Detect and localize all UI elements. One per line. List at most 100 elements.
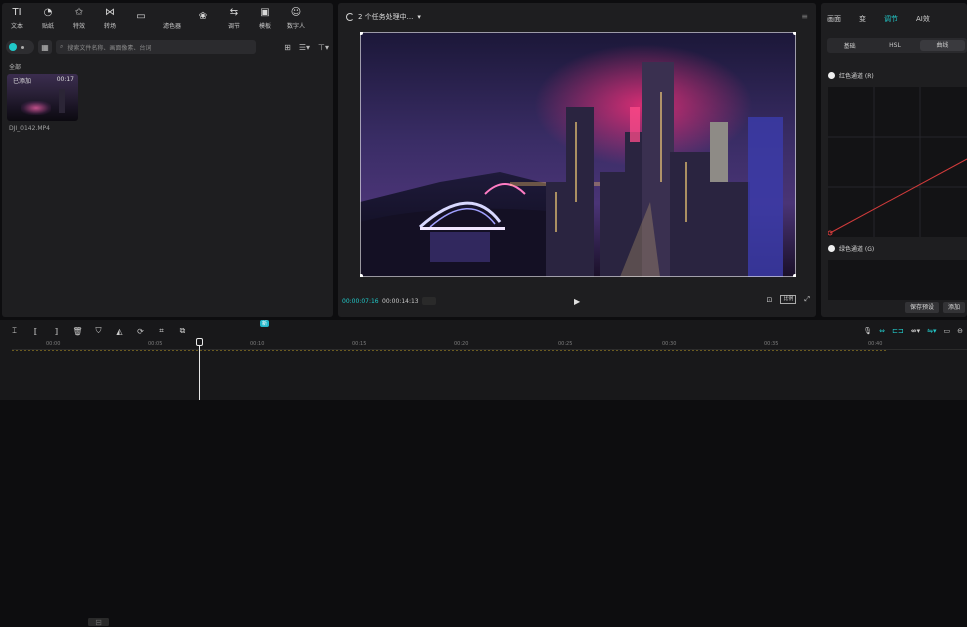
more-dot-icon [21,45,24,49]
tool-text[interactable]: TI 文本 [2,3,32,33]
smart-tool-icon[interactable]: ⧉ [172,326,193,336]
add-button[interactable]: 添加 [943,302,966,313]
caption-icon[interactable]: ▭ [944,327,951,335]
text-icon: TI [12,6,22,18]
fullscreen-icon[interactable]: ⤢ [804,295,810,304]
red-channel-radio[interactable] [828,72,835,79]
subtab-basic[interactable]: 基础 [827,41,872,50]
playhead[interactable] [199,338,200,400]
crop-icon[interactable]: ⌗ [151,326,172,336]
transition-icon: ⋈ [105,6,115,18]
video-preview[interactable] [360,32,796,277]
duration-badge: 00:17 [56,76,74,83]
tool-caption[interactable]: ▭ [126,3,156,33]
microphone-icon[interactable]: 🎙 [863,327,872,335]
tab-adjust[interactable]: 调节 [884,14,898,24]
import-toggle[interactable] [6,40,34,54]
curve-graph [827,87,967,237]
search-icon: ⌕ [60,43,64,50]
green-channel-radio[interactable] [828,245,835,252]
new-badge: 新 [260,320,270,327]
subtab-hsl[interactable]: HSL [872,42,917,49]
task-status: 2 个任务处理中... [358,13,414,21]
search-input[interactable]: ⌕ 搜索文件名称、画面像素、台词 [56,40,256,54]
preset-buttons: 保存预设 添加 [905,302,966,313]
split-left-icon[interactable]: ⟦ [25,327,46,336]
ratio-button[interactable]: 比例 [780,295,797,304]
timeline-ruler[interactable]: 00:00 00:05 00:10 00:15 00:20 00:25 00:3… [12,340,967,350]
zoom-out-icon[interactable]: ⊖ [957,327,963,335]
section-label: 全部 [9,64,22,71]
mirror-icon[interactable]: ◭ [109,327,130,336]
effects-icon: ✩ [74,6,84,18]
green-channel-row[interactable]: 绿色通道 (G) [828,244,874,253]
green-curve-editor[interactable] [828,260,967,300]
tab-transform[interactable]: 变 [859,14,866,24]
preview-axis-icon[interactable]: ⇎▾ [911,327,920,335]
rotate-icon[interactable]: ⟳ [130,327,151,336]
menu-icon[interactable]: ≡ [801,12,808,21]
split-right-icon[interactable]: ⟧ [46,327,67,336]
inspector-panel: 画面 变 调节 AI效 基础 HSL 曲线 红色通道 (R) 绿色通道 (G) … [821,3,967,317]
tick-label: 00:10 [250,341,265,347]
tool-filter[interactable]: 滤色器 [157,3,187,33]
city-night-image [360,32,796,277]
tool-avatar[interactable]: ☺ 数字人 [281,3,311,33]
delete-icon[interactable]: 🗑 [67,327,88,336]
tick-label: 00:15 [352,341,367,347]
tool-label: 模板 [258,22,271,30]
thumbnail-image [21,101,51,115]
list-icon[interactable]: ☰▾ [299,43,310,52]
media-panel: TI 文本 ◔ 贴纸 ✩ 特效 ⋈ 转场 ▭ 滤色器 ❀ ⇆ 调节 ▣ 模板 ☺ 数字人 ▦ … [2,3,333,317]
tool-label: 数字人 [286,22,305,30]
red-curve-editor[interactable] [827,87,967,237]
thumbnail-tower [59,89,65,113]
tool-sticker[interactable]: ◔ 贴纸 [33,3,63,33]
tick-label: 00:30 [662,341,677,347]
link-icon[interactable]: ⇔ [879,327,885,335]
snapshot-icon[interactable]: ⊡ [767,296,773,304]
red-channel-row[interactable]: 红色通道 (R) [828,71,874,80]
tool-color[interactable]: ❀ [188,3,218,33]
player-controls: ⊡ 比例 ⤢ [767,295,810,304]
freeze-icon[interactable]: ⊟ [88,618,109,627]
chevron-down-icon: ▾ [417,13,421,21]
tool-effects[interactable]: ✩ 特效 [64,3,94,33]
timeline-right-tools: 🎙 ⇔ ⊏⊐ ⇎▾ ⇋▾ ▭ ⊖ [863,327,963,335]
tool-label: 转场 [103,22,116,30]
sort-icon[interactable]: ⊞ [284,43,291,52]
tool-label: 特效 [72,22,85,30]
filter-icon[interactable]: ⊤▾ [318,43,329,52]
player-title[interactable]: 2 个任务处理中... ▾ [346,12,421,22]
tick-label: 00:40 [868,341,883,347]
adjust-subtabs: 基础 HSL 曲线 [827,38,967,53]
tool-adjust[interactable]: ⇆ 调节 [219,3,249,33]
tool-transition[interactable]: ⋈ 转场 [95,3,125,33]
timecode-toggle[interactable] [422,297,436,305]
tick-label: 00:25 [558,341,573,347]
media-view-tools: ⊞ ☰▾ ⊤▾ [284,43,329,52]
tool-label: 调节 [227,22,240,30]
total-time: 00:00:14:13 [382,298,419,305]
play-icon[interactable]: ▶ [574,297,580,306]
player-panel: 2 个任务处理中... ▾ ≡ 00:00:07:16 00:00:14:13 … [338,3,816,317]
tab-picture[interactable]: 画面 [827,14,841,24]
caption-icon: ▭ [136,11,146,22]
subtab-curves[interactable]: 曲线 [919,40,965,51]
grid-icon[interactable]: ▦ [38,40,52,54]
added-badge: 已添加 [13,78,32,85]
save-preset-button[interactable]: 保存预设 [905,302,940,313]
magnet-icon[interactable]: ⊏⊐ [892,327,904,335]
tab-ai-effects[interactable]: AI效 [916,14,930,24]
playhead-handle[interactable] [196,338,203,346]
media-thumbnail[interactable]: 已添加 00:17 [7,74,78,121]
tool-label: 贴纸 [41,22,54,30]
split-icon[interactable]: ⌶ [4,326,25,336]
media-filename: DJI_0142.MP4 [9,125,50,132]
snap-icon[interactable]: ⇋▾ [927,327,936,335]
timeline-toolbar: ↶ ⌶ ⟦ ⟧ 🗑 ⛉ ◉ ▷ ◭ ⟳ ⌗ ⊟ ⧉ 🎙 ⇔ ⊏⊐ ⇎▾ ⇋▾ ▭… [4,324,963,627]
tick-label: 00:00 [46,341,61,347]
shield-icon[interactable]: ⛉ [88,326,109,336]
inspector-tabs: 画面 变 调节 AI效 [827,14,930,24]
tool-template[interactable]: ▣ 模板 [250,3,280,33]
